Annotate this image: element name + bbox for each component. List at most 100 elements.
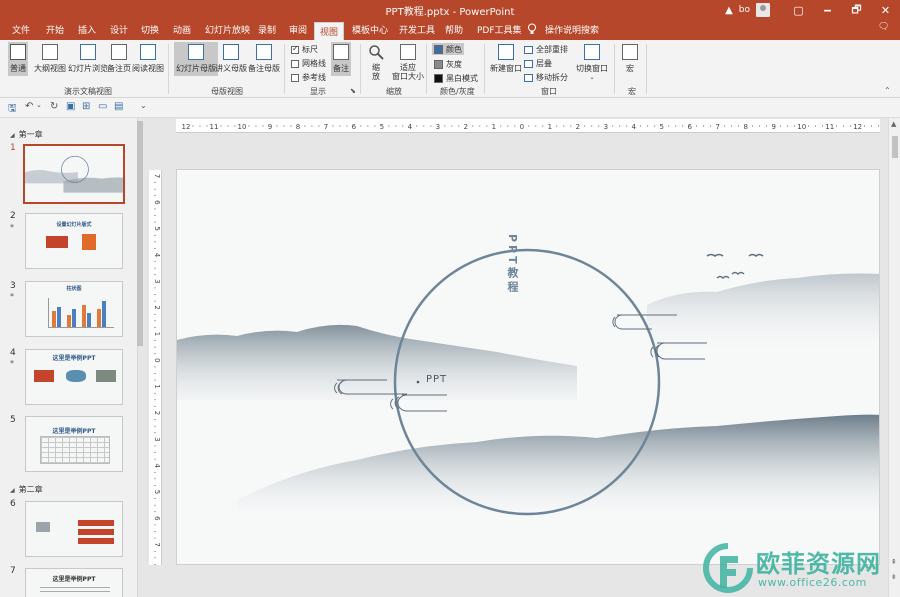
tab-record[interactable]: 录制 [258, 23, 276, 36]
slide-scrollbar[interactable]: ▲ ⇞ ⇟ [888, 118, 900, 597]
tab-home[interactable]: 开始 [46, 23, 64, 36]
notes-page-button[interactable]: 备注页 [107, 44, 131, 74]
mini-chart [48, 298, 114, 328]
section-header[interactable]: 第二章 [10, 484, 43, 495]
reading-view-button[interactable]: 阅读视图 [132, 44, 164, 74]
ribbon-display-options-icon[interactable]: ▢ [784, 4, 813, 17]
black-white-option[interactable]: 黑白模式 [434, 72, 478, 84]
ruler-label: 6 [352, 123, 357, 131]
notes-master-button[interactable]: 备注母版 [248, 44, 280, 74]
group-label-macros: 宏 [628, 87, 636, 96]
restore-button[interactable]: 🗗 [842, 1, 871, 20]
tab-developer[interactable]: 开发工具 [399, 23, 435, 36]
ruler-label: 7 [324, 123, 328, 131]
ruler-label: 4 [632, 123, 637, 131]
thumbnail-scrollbar[interactable] [136, 121, 144, 597]
tab-design[interactable]: 设计 [110, 23, 128, 36]
group-divider [646, 44, 647, 94]
switch-windows-button[interactable]: 切换窗口 ⌄ [576, 44, 608, 81]
group-label-color: 颜色/灰度 [440, 87, 475, 96]
slide-sorter-button[interactable]: 幻灯片浏览 [68, 44, 108, 74]
ruler-label: 0 [153, 358, 161, 362]
notes-icon [333, 44, 349, 60]
guides-checkbox[interactable]: 参考线 [291, 72, 326, 83]
tab-slideshow[interactable]: 幻灯片放映 [205, 23, 250, 36]
ruler-label: 1 [492, 123, 496, 131]
slide-number: 7 [10, 566, 16, 576]
slide-thumbnail-2[interactable]: 设置幻灯片版式 [25, 213, 123, 269]
scroll-up-icon[interactable]: ▲ [891, 120, 896, 128]
tab-help[interactable]: 帮助 [445, 23, 463, 36]
slide-thumbnail-5[interactable]: 这里是举例PPT [25, 416, 123, 472]
customize-toolbar-icon[interactable]: ⌄ [140, 101, 147, 110]
save-icon[interactable]: 🖫 [8, 101, 17, 118]
guides-check-box[interactable] [291, 73, 299, 82]
cascade-button[interactable]: 层叠 [524, 58, 552, 69]
ruler-checkbox[interactable]: 标尺 [291, 44, 318, 55]
comments-icon[interactable]: 🗨 [878, 22, 889, 32]
tab-file[interactable]: 文件 [12, 23, 30, 36]
macros-button[interactable]: 宏 [622, 44, 638, 74]
grayscale-option[interactable]: 灰度 [434, 58, 462, 70]
minimize-button[interactable]: 🗕 [813, 1, 842, 20]
left-mountain [177, 324, 577, 400]
notes-button[interactable]: 备注 [331, 42, 351, 76]
avatar[interactable] [756, 3, 770, 17]
close-button[interactable]: ✕ [871, 4, 900, 17]
gridlines-checkbox[interactable]: 网格线 [291, 58, 326, 69]
slide-thumbnail-6[interactable] [25, 501, 123, 557]
slide-master-button[interactable]: 幻灯片母版 [174, 42, 218, 76]
scrollbar-thumb[interactable] [137, 121, 143, 346]
zoom-button[interactable]: 缩 放 [368, 44, 384, 81]
tab-view[interactable]: 视图 [314, 22, 345, 40]
tab-animations[interactable]: 动画 [173, 23, 191, 36]
slide-thumbnail-3[interactable]: 柱状图 [25, 281, 123, 337]
arrange-all-button[interactable]: 全部重排 [524, 44, 568, 55]
fit-to-window-icon [400, 44, 416, 60]
slide-thumbnail-7[interactable]: 这里是举例PPT [25, 568, 123, 597]
touch-mode-icon[interactable]: ⊞ [82, 101, 90, 112]
tab-transitions[interactable]: 切换 [141, 23, 159, 36]
slide-thumbnail-4[interactable]: 这里是举例PPT [25, 349, 123, 405]
outline-view-button[interactable]: 大纲视图 [34, 44, 66, 74]
slide-vertical-title[interactable]: PPT教程 [505, 234, 519, 295]
ruler-label: 2 [464, 123, 468, 131]
color-option[interactable]: 颜色 [432, 43, 464, 55]
far-mountain [647, 273, 879, 350]
slide-canvas[interactable]: PPT教程 PPT [176, 169, 880, 565]
gridlines-check-box[interactable] [291, 59, 299, 68]
tab-insert[interactable]: 插入 [78, 23, 96, 36]
slide-subtitle[interactable]: PPT [426, 374, 447, 385]
ruler-ticks: 12 11 10 9 8 7 6 5 4 3 2 1 0 1 2 3 4 5 6 7 8 9 10 11 12 [182, 123, 879, 131]
ppt-logo-icon [46, 236, 68, 248]
presentation-icon[interactable]: ▭ [98, 101, 107, 112]
handout-master-button[interactable]: 讲义母版 [215, 44, 247, 74]
collapse-ribbon-icon[interactable]: ⌃ [884, 86, 891, 95]
slide-thumbnail-1[interactable] [23, 144, 125, 204]
ruler-label: 4 [153, 463, 161, 468]
normal-view-button[interactable]: 普通 [8, 42, 28, 76]
watermark-text: 欧菲资源网 [756, 550, 881, 578]
tab-review[interactable]: 审阅 [289, 23, 307, 36]
redo-icon[interactable]: ↻ [50, 101, 58, 112]
warning-icon[interactable]: ▲ [725, 5, 733, 16]
user-name[interactable]: bo [739, 5, 750, 15]
ruler-check-box[interactable] [291, 44, 299, 54]
tab-template-center[interactable]: 模板中心 [352, 23, 388, 36]
layout-icon[interactable]: ▤ [114, 101, 123, 112]
ruler-label: 6 [688, 123, 693, 131]
move-split-button[interactable]: 移动拆分 [524, 72, 568, 83]
ruler-label: 3 [153, 437, 161, 441]
undo-dropdown-icon[interactable]: ⌄ [36, 101, 42, 109]
color-swatch-icon [434, 44, 443, 54]
section-header[interactable]: 第一章 [10, 129, 43, 140]
start-from-beginning-icon[interactable]: ▣ [66, 101, 75, 112]
scrollbar-thumb[interactable] [892, 136, 898, 158]
tab-pdf-tools[interactable]: PDF工具集 [477, 23, 522, 36]
tell-me-search[interactable]: 操作说明搜索 [545, 23, 599, 36]
fit-to-window-button[interactable]: 适应 窗口大小 [392, 44, 424, 81]
new-window-button[interactable]: 新建窗口 [490, 44, 522, 74]
ruler-label: 6 [153, 516, 161, 521]
dialog-launcher-icon[interactable]: ⬊ [350, 87, 356, 95]
undo-icon[interactable]: ↶ [25, 101, 33, 112]
